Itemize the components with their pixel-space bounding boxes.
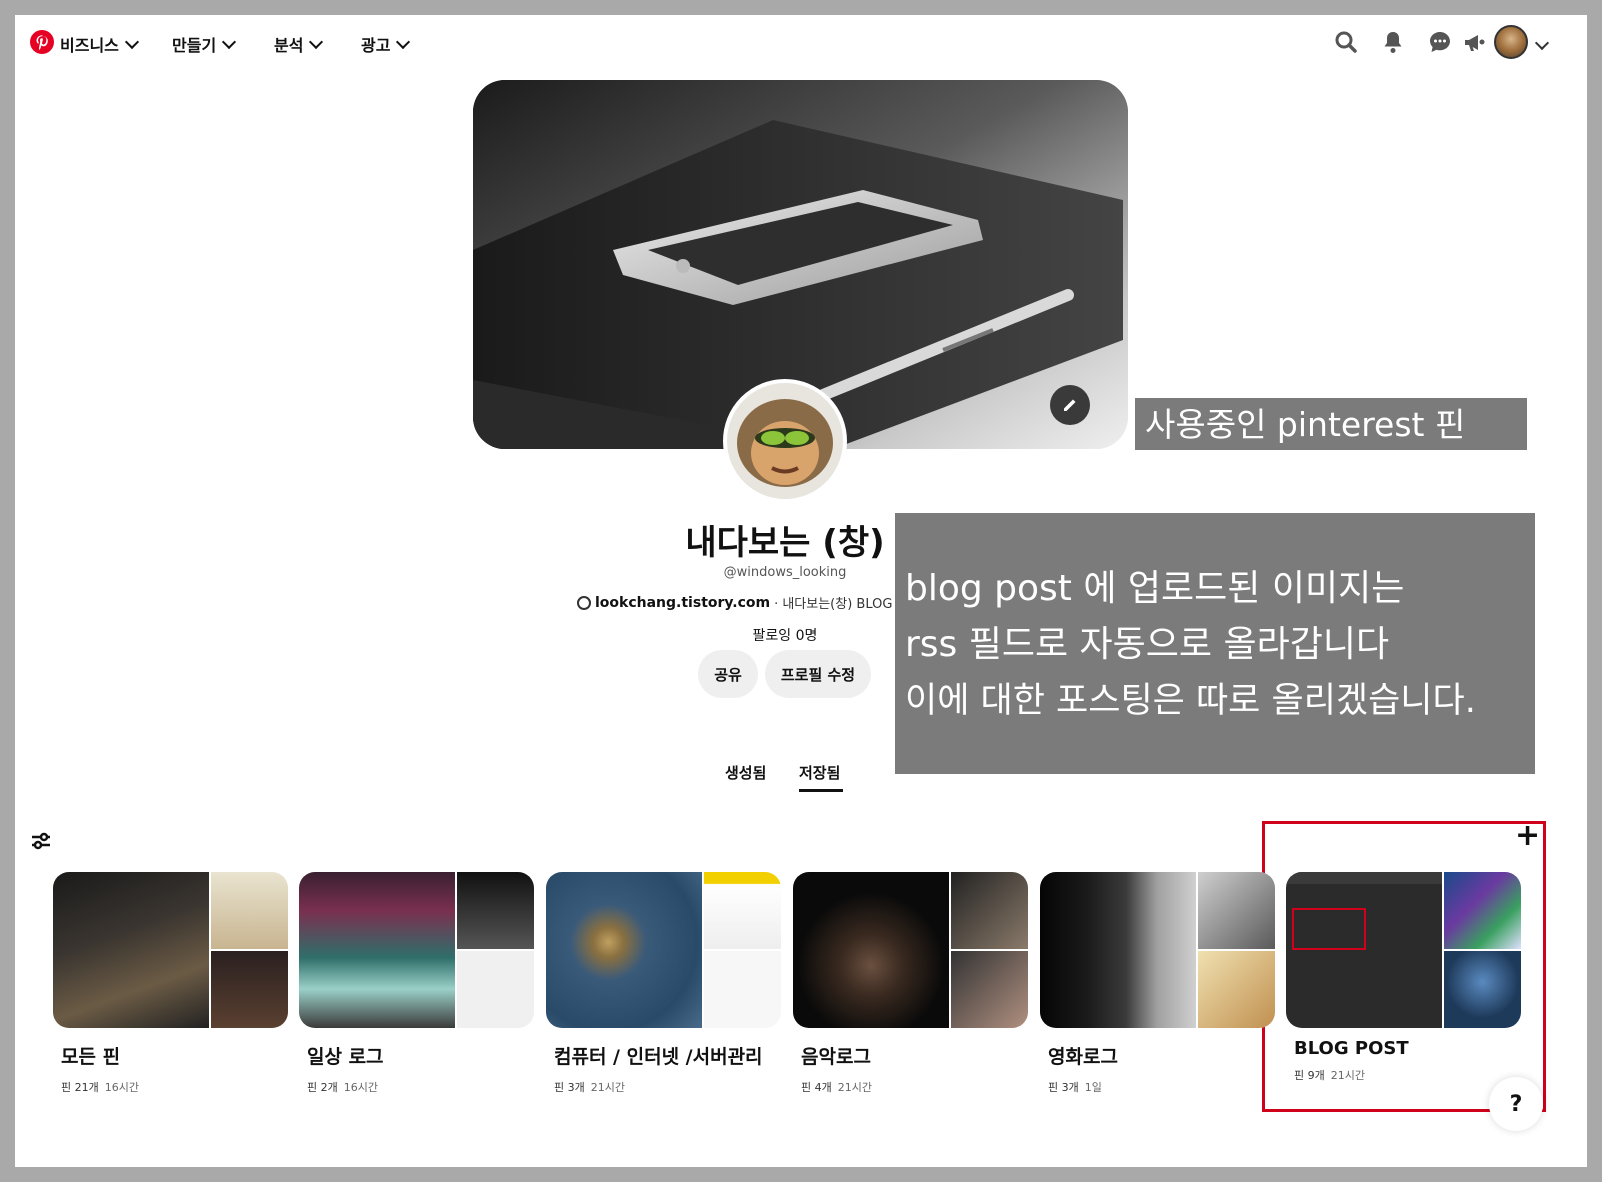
board-card[interactable]: 일상 로그 핀 2개 16시간: [299, 872, 534, 1095]
chevron-down-icon: [309, 34, 324, 49]
nav-create-label: 만들기: [172, 36, 217, 55]
board-title: 음악로그: [801, 1046, 871, 1068]
chat-icon[interactable]: [1425, 27, 1455, 57]
profile-website-link[interactable]: lookchang.tistory.com: [595, 595, 770, 611]
annotation-note: blog post 에 업로드된 이미지는 rss 필드로 자동으로 올라갑니다…: [895, 513, 1535, 774]
board-meta: 핀 3개 21시간: [554, 1079, 781, 1095]
board-card[interactable]: BLOG POST 핀 9개 21시간: [1286, 872, 1521, 1083]
nav-analytics-label: 분석: [274, 36, 304, 55]
board-title: 모든 핀: [61, 1046, 121, 1068]
help-label: ?: [1509, 1091, 1523, 1117]
board-updated: 21시간: [590, 1081, 625, 1094]
share-button[interactable]: 공유: [698, 650, 758, 698]
board-pin-count: 핀 3개: [554, 1081, 585, 1094]
board-meta: 핀 21개 16시간: [61, 1079, 288, 1095]
board-card[interactable]: 음악로그 핀 4개 21시간: [793, 872, 1028, 1095]
edit-profile-button[interactable]: 프로필 수정: [765, 650, 871, 698]
nav-ads-menu[interactable]: 광고: [361, 32, 411, 56]
board-title: 영화로그: [1048, 1046, 1118, 1068]
board-card[interactable]: 컴퓨터 / 인터넷 /서버관리 핀 3개 21시간: [546, 872, 781, 1095]
bell-icon[interactable]: [1378, 27, 1408, 57]
board-pin-count: 핀 21개: [61, 1081, 99, 1094]
megaphone-icon[interactable]: [1460, 27, 1490, 57]
chevron-down-icon: [1534, 35, 1550, 51]
board-meta: 핀 9개 21시간: [1294, 1067, 1521, 1083]
board-updated: 1일: [1084, 1081, 1102, 1094]
add-board-button[interactable]: +: [1515, 821, 1540, 851]
nav-business-menu[interactable]: 비즈니스: [60, 32, 139, 56]
chevron-down-icon: [396, 34, 411, 49]
board-pin-count: 핀 4개: [801, 1081, 832, 1094]
board-updated: 16시간: [343, 1081, 378, 1094]
board-updated: 21시간: [837, 1081, 872, 1094]
filter-icon[interactable]: [30, 830, 52, 852]
board-cover: [793, 872, 1028, 1028]
tab-created[interactable]: 생성됨: [725, 762, 766, 783]
board-card[interactable]: 모든 핀 핀 21개 16시간: [53, 872, 288, 1095]
annotation-note-line: blog post 에 업로드된 이미지는: [905, 568, 1405, 609]
tab-saved[interactable]: 저장됨: [799, 762, 840, 783]
chevron-down-icon: [124, 34, 139, 49]
nav-ads-label: 광고: [361, 36, 391, 55]
pinterest-logo[interactable]: [30, 30, 54, 54]
nav-create-menu[interactable]: 만들기: [172, 32, 237, 56]
board-meta: 핀 4개 21시간: [801, 1079, 1028, 1095]
board-pin-count: 핀 9개: [1294, 1069, 1325, 1082]
board-title: 일상 로그: [307, 1046, 384, 1068]
board-meta: 핀 3개 1일: [1048, 1079, 1275, 1095]
board-meta: 핀 2개 16시간: [307, 1079, 534, 1095]
board-cover: [546, 872, 781, 1028]
help-button[interactable]: ?: [1489, 1077, 1543, 1131]
board-title: BLOG POST: [1294, 1038, 1409, 1059]
board-cover: [1040, 872, 1275, 1028]
annotation-note-line: rss 필드로 자동으로 올라갑니다: [905, 624, 1390, 665]
edit-cover-button[interactable]: [1050, 385, 1090, 425]
profile-name: 내다보는 (창): [685, 523, 885, 563]
board-title: 컴퓨터 / 인터넷 /서버관리: [554, 1046, 763, 1068]
board-pin-count: 핀 2개: [307, 1081, 338, 1094]
pencil-icon: [1064, 399, 1076, 411]
board-cover: [1286, 872, 1521, 1028]
annotation-label-text: 사용중인 pinterest 핀: [1145, 404, 1466, 444]
board-card[interactable]: 영화로그 핀 3개 1일: [1040, 872, 1275, 1095]
profile-avatar: [723, 379, 847, 503]
globe-icon: [577, 595, 591, 610]
tab-saved-underline: [799, 789, 843, 792]
nav-analytics-menu[interactable]: 분석: [274, 32, 324, 56]
annotation-label: 사용중인 pinterest 핀: [1135, 398, 1527, 450]
board-updated: 16시간: [104, 1081, 139, 1094]
chevron-down-icon: [222, 34, 237, 49]
board-cover: [299, 872, 534, 1028]
avatar[interactable]: [1494, 25, 1528, 59]
nav-business-label: 비즈니스: [60, 36, 119, 55]
account-chevron[interactable]: [1534, 33, 1550, 52]
board-cover: [53, 872, 288, 1028]
browser-page: 비즈니스 만들기 분석 광고 사용중인 pinterest 핀 내다보는 (창)…: [15, 15, 1587, 1167]
board-pin-count: 핀 3개: [1048, 1081, 1079, 1094]
search-icon[interactable]: [1331, 27, 1361, 57]
annotation-note-line: 이에 대한 포스팅은 따로 올리겠습니다.: [905, 681, 1476, 721]
board-updated: 21시간: [1330, 1069, 1365, 1082]
profile-handle: @windows_looking: [723, 565, 847, 580]
following-count[interactable]: 팔로잉 0명: [655, 625, 915, 645]
